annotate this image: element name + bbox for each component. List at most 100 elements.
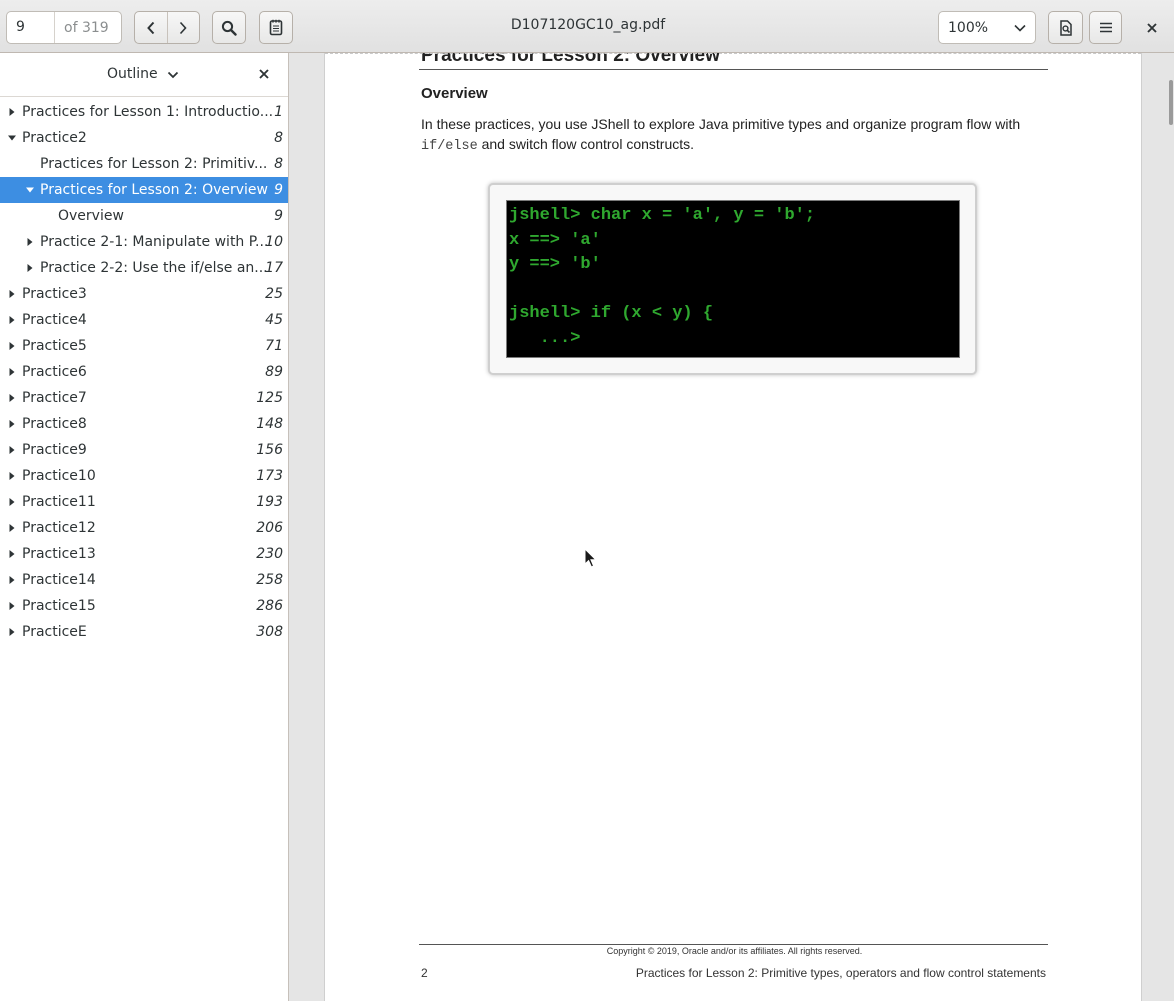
- outline-item-page: 10: [265, 234, 283, 250]
- expander-collapsed-icon[interactable]: [26, 264, 34, 272]
- footer-title: Practices for Lesson 2: Primitive types,…: [635, 966, 1046, 980]
- outline-item[interactable]: Practice7 125: [0, 385, 288, 411]
- outline-item-label: Practice8: [22, 416, 87, 432]
- outline-item[interactable]: PracticeE 308: [0, 619, 288, 645]
- expander-expanded-icon[interactable]: [26, 186, 34, 194]
- expander-collapsed-icon[interactable]: [8, 576, 16, 584]
- terminal-line: jshell> char x = 'a', y = 'b';: [509, 206, 816, 225]
- outline-item[interactable]: Practices for Lesson 2: Overview 9: [0, 177, 288, 203]
- outline-item-page: 125: [256, 390, 283, 406]
- outline-item[interactable]: Practice14 258: [0, 567, 288, 593]
- expander-collapsed-icon[interactable]: [8, 394, 16, 402]
- vertical-scrollbar[interactable]: [1169, 80, 1173, 125]
- hamburger-menu-icon: [1099, 22, 1112, 33]
- outline-item[interactable]: Practice3 25: [0, 281, 288, 307]
- expander-collapsed-icon[interactable]: [8, 368, 16, 376]
- outline-item-page: 8: [274, 130, 283, 146]
- outline-item-page: 258: [256, 572, 283, 588]
- outline-item-page: 156: [256, 442, 283, 458]
- expander-expanded-icon[interactable]: [8, 134, 16, 142]
- outline-item[interactable]: Practice5 71: [0, 333, 288, 359]
- outline-item-label: Practice11: [22, 494, 96, 510]
- expander-collapsed-icon[interactable]: [8, 108, 16, 116]
- page-number-entry[interactable]: 9 of 319: [6, 11, 122, 44]
- paragraph-text: In these practices, you use JShell to ex…: [421, 116, 1021, 132]
- page-total-label: of 319: [64, 19, 109, 36]
- zoom-select[interactable]: 100%: [938, 11, 1036, 44]
- previous-page-button[interactable]: [135, 12, 167, 43]
- annotations-button[interactable]: [259, 11, 293, 44]
- terminal-line: jshell> if (x < y) {: [509, 304, 714, 323]
- heading-rule: [419, 69, 1048, 70]
- chevron-down-icon: [1014, 24, 1026, 32]
- outline-item[interactable]: Practice 2-2: Use the if/else an... 17: [0, 255, 288, 281]
- outline-item-page: 173: [256, 468, 283, 484]
- outline-item[interactable]: Practice15 286: [0, 593, 288, 619]
- terminal-line: x ==> 'a': [509, 230, 601, 250]
- expander-collapsed-icon[interactable]: [8, 446, 16, 454]
- inline-code: if/else: [421, 139, 478, 154]
- chevron-right-icon: [180, 21, 187, 34]
- outline-item[interactable]: Practice2 8: [0, 125, 288, 151]
- outline-item-page: 71: [265, 338, 283, 354]
- search-button[interactable]: [212, 11, 246, 44]
- next-page-button[interactable]: [166, 12, 200, 43]
- expander-collapsed-icon[interactable]: [8, 550, 16, 558]
- outline-item-page: 206: [256, 520, 283, 536]
- chevron-left-icon: [146, 21, 154, 34]
- outline-item-label: Practice4: [22, 312, 87, 328]
- outline-item[interactable]: Practice13 230: [0, 541, 288, 567]
- outline-item[interactable]: Practice6 89: [0, 359, 288, 385]
- outline-item-page: 230: [256, 546, 283, 562]
- expander-collapsed-icon[interactable]: [8, 342, 16, 350]
- outline-tree: Practices for Lesson 1: Introductio... 1 P…: [0, 99, 288, 645]
- expander-collapsed-icon[interactable]: [8, 602, 16, 610]
- outline-item-page: 89: [265, 364, 283, 380]
- header-bar: 9 of 319 D107120GC10_ag.pdf 100%: [0, 0, 1174, 53]
- expander-collapsed-icon[interactable]: [8, 628, 16, 636]
- outline-item[interactable]: Practice12 206: [0, 515, 288, 541]
- outline-item-label: Practices for Lesson 1: Introductio...: [22, 104, 274, 120]
- expander-collapsed-icon[interactable]: [8, 498, 16, 506]
- outline-item-page: 193: [256, 494, 283, 510]
- document-view[interactable]: Practices for Lesson 2: Overview Overvie…: [289, 53, 1174, 1001]
- outline-item-page: 45: [265, 312, 283, 328]
- close-icon: [1147, 23, 1157, 33]
- outline-item-page: 308: [256, 624, 283, 640]
- outline-item[interactable]: Practice9 156: [0, 437, 288, 463]
- outline-item[interactable]: Practice8 148: [0, 411, 288, 437]
- screenshot-frame: jshell> char x = 'a', y = 'b'; x ==> 'a' y…: [488, 183, 977, 375]
- outline-item[interactable]: Practice11 193: [0, 489, 288, 515]
- page-number-input[interactable]: 9: [7, 12, 55, 43]
- expander-collapsed-icon[interactable]: [8, 420, 16, 428]
- outline-item-label: Practice2: [22, 130, 87, 146]
- outline-item[interactable]: Overview 9: [0, 203, 288, 229]
- print-preview-button[interactable]: [1048, 11, 1083, 44]
- outline-item[interactable]: Practice 2-1: Manipulate with P... 10: [0, 229, 288, 255]
- document-title: D107120GC10_ag.pdf: [510, 17, 666, 33]
- pdf-page: Practices for Lesson 2: Overview Overvie…: [324, 53, 1142, 1001]
- outline-item-page: 9: [274, 182, 283, 198]
- outline-item-page: 1: [274, 104, 283, 120]
- outline-item[interactable]: Practice10 173: [0, 463, 288, 489]
- outline-item-label: Practice12: [22, 520, 96, 536]
- expander-collapsed-icon[interactable]: [8, 290, 16, 298]
- outline-item[interactable]: Practices for Lesson 2: Primitiv... 8: [0, 151, 288, 177]
- outline-item[interactable]: Practices for Lesson 1: Introductio... 1: [0, 99, 288, 125]
- outline-item-label: Practice 2-1: Manipulate with P...: [40, 234, 269, 250]
- menu-button[interactable]: [1089, 11, 1122, 44]
- outline-item[interactable]: Practice4 45: [0, 307, 288, 333]
- outline-item-page: 8: [274, 156, 283, 172]
- expander-collapsed-icon[interactable]: [8, 316, 16, 324]
- chevron-down-icon[interactable]: [167, 70, 179, 80]
- expander-collapsed-icon[interactable]: [26, 238, 34, 246]
- outline-item-page: 286: [256, 598, 283, 614]
- outline-item-label: Practice3: [22, 286, 87, 302]
- expander-collapsed-icon[interactable]: [8, 524, 16, 532]
- outline-switcher-label[interactable]: Outline: [107, 66, 158, 82]
- print-preview-icon: [1059, 19, 1072, 36]
- close-sidebar-icon[interactable]: [257, 67, 271, 81]
- expander-collapsed-icon[interactable]: [8, 472, 16, 480]
- window-close-button[interactable]: [1138, 14, 1166, 42]
